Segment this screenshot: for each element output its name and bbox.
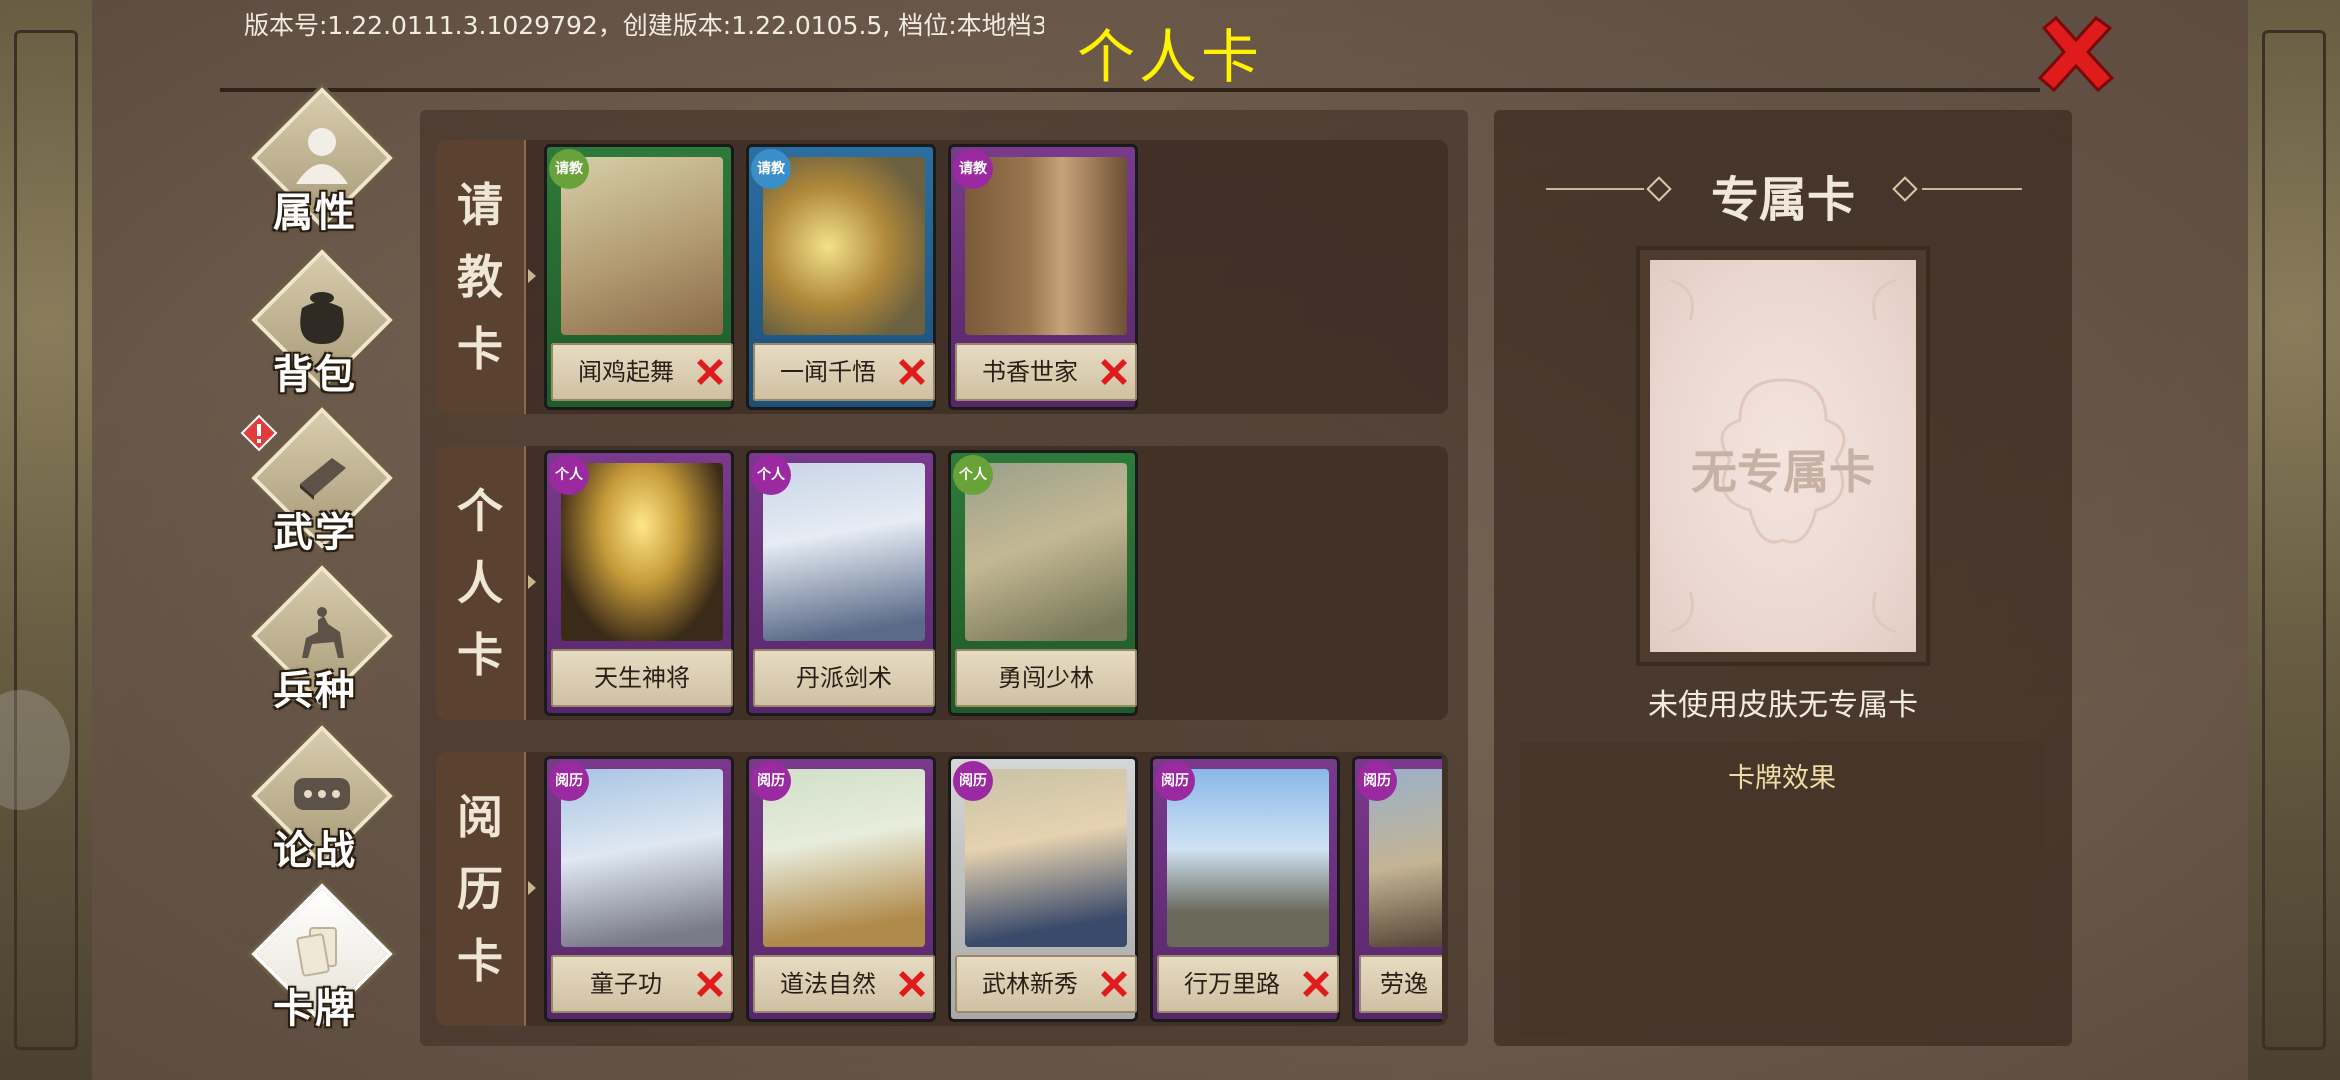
card-item[interactable]: 阅历 劳逸 [1352,756,1442,1022]
row-label-char: 教 [457,250,503,304]
card-name: 童子功 [590,970,662,998]
row-label-char: 卡 [457,322,503,376]
book-icon [300,458,346,500]
person-icon [296,128,348,184]
nav-label: 卡牌 [273,985,357,1032]
badge-request: 请教 [549,149,589,189]
badge-experience: 阅历 [953,761,993,801]
nav-debate[interactable]: 论战 [242,725,393,884]
card-item[interactable]: 阅历 行万里路 [1150,756,1340,1022]
nav-cards[interactable]: 卡牌 [242,883,393,1042]
row-label-personal: 个 人 卡 [436,446,536,720]
nav-martial-arts[interactable]: 武学 [242,407,393,566]
row-label-experience: 阅 历 卡 [436,752,536,1026]
card-name: 武林新秀 [982,970,1078,998]
badge-personal: 个人 [953,455,993,495]
card-item[interactable]: 阅历 童子功 [544,756,734,1022]
card-item[interactable]: 请教 书香世家 [948,144,1138,410]
skin-note: 未使用皮肤无专属卡 [1648,688,1918,723]
card-item[interactable]: 请教 一闻千悟 [746,144,936,410]
badge-experience: 阅历 [549,761,589,801]
chat-icon [294,778,350,810]
header-divider [220,88,2040,92]
card-item[interactable]: 个人 天生神将 [544,450,734,716]
request-card-row: 请 教 卡 请教 闻鸡起舞 请教 一闻千悟 请教 书香世家 [436,140,1448,414]
remove-icon[interactable] [895,967,929,1001]
card-item[interactable]: 个人 勇闯少林 [948,450,1138,716]
row-label-char: 个 [457,484,503,538]
title-ornament-line [1922,188,2022,190]
badge-experience: 阅历 [1357,761,1397,801]
page-title: 个人卡 [1076,23,1263,91]
badge-experience: 阅历 [751,761,791,801]
experience-card-scroller[interactable]: 阅历 童子功 阅历 道法自然 阅历 武林新秀 阅历 行万里路 阅历 劳逸 [544,752,1442,1026]
card-item[interactable]: 请教 闻鸡起舞 [544,144,734,410]
card-effect-title: 卡牌效果 [1728,763,1836,794]
card-name: 书香世家 [982,358,1078,386]
card-name: 一闻千悟 [780,358,876,386]
row-label-char: 阅 [457,790,503,844]
badge-request: 请教 [751,149,791,189]
nav-label: 武学 [273,509,357,556]
card-name: 行万里路 [1184,970,1280,998]
card-item[interactable]: 个人 丹派剑术 [746,450,936,716]
badge-personal: 个人 [549,455,589,495]
no-exclusive-label: 无专属卡 [1691,445,1875,499]
bag-icon [300,292,344,344]
remove-icon[interactable] [1299,967,1333,1001]
exclusive-title: 专属卡 [1710,172,1855,228]
badge-request: 请教 [953,149,993,189]
remove-icon[interactable] [1097,967,1131,1001]
exclusive-card-slot[interactable]: 无专属卡 [1636,246,1930,666]
card-item[interactable]: 阅历 武林新秀 [948,756,1138,1022]
row-label-char: 历 [457,862,503,916]
experience-card-row: 阅 历 卡 阅历 童子功 阅历 道法自然 阅历 武林新秀 阅历 行万里路 阅历 … [436,752,1448,1026]
cards-icon [296,927,337,977]
card-name: 劳逸 [1380,970,1428,998]
row-label-request: 请 教 卡 [436,140,536,414]
remove-icon[interactable] [895,355,929,389]
personal-card-row: 个 人 卡 个人 天生神将 个人 丹派剑术 个人 勇闯少林 [436,446,1448,720]
nav-label: 背包 [273,351,357,398]
nav-troops[interactable]: 兵种 [242,565,393,724]
close-icon[interactable] [2036,14,2116,94]
remove-icon[interactable] [693,355,727,389]
row-label-char: 卡 [457,628,503,682]
nav-bag[interactable]: 背包 [242,249,393,408]
card-name: 勇闯少林 [998,664,1094,692]
nav-label: 论战 [273,827,357,874]
card-name: 闻鸡起舞 [578,358,674,386]
row-label-char: 人 [457,556,503,610]
nav-label: 属性 [273,189,357,236]
nav-label: 兵种 [273,667,357,714]
cavalry-icon [302,607,344,658]
right-ornament [2248,0,2340,1080]
row-label-char: 卡 [457,934,503,988]
remove-icon[interactable] [1097,355,1131,389]
card-name: 天生神将 [594,664,690,692]
row-label-char: 请 [457,178,503,232]
remove-icon[interactable] [693,967,727,1001]
nav-attributes[interactable]: 属性 [242,87,393,246]
version-info: 版本号:1.22.0111.3.1029792，创建版本:1.22.0105.5… [244,11,1044,40]
card-name: 丹派剑术 [796,664,892,692]
badge-personal: 个人 [751,455,791,495]
badge-experience: 阅历 [1155,761,1195,801]
card-item[interactable]: 阅历 道法自然 [746,756,936,1022]
left-ornament [0,0,92,1080]
card-name: 道法自然 [780,970,876,998]
card-effect-box: 卡牌效果 [1520,742,2044,1036]
